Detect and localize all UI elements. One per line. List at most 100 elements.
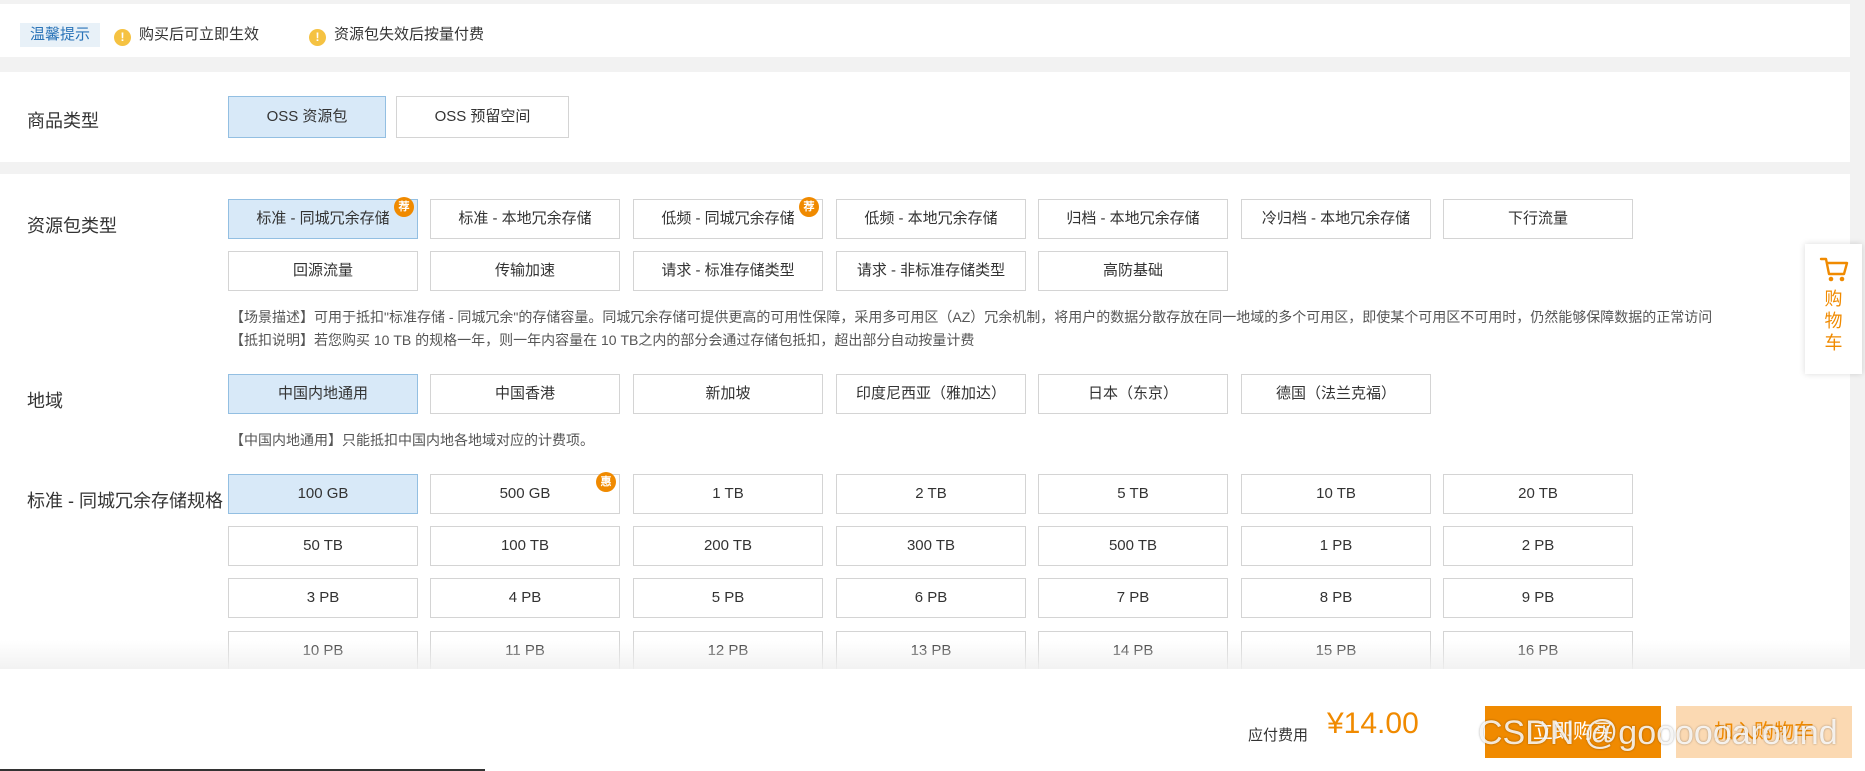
package-type-option[interactable]: 低频 - 同城冗余存储荐 (633, 197, 823, 239)
spec-option[interactable]: 6 PB (836, 578, 1026, 618)
region-option[interactable]: 新加坡 (633, 374, 823, 414)
spec-option[interactable]: 9 PB (1443, 578, 1633, 618)
product-type-option[interactable]: OSS 预留空间 (396, 96, 569, 138)
package-type-option[interactable]: 冷归档 - 本地冗余存储 (1241, 199, 1431, 239)
package-type-option[interactable]: 归档 - 本地冗余存储 (1038, 199, 1228, 239)
spec-option[interactable]: 100 GB (228, 474, 418, 514)
spec-option[interactable]: 15 PB (1241, 631, 1431, 671)
spec-option[interactable]: 14 PB (1038, 631, 1228, 671)
spec-option[interactable]: 11 PB (430, 631, 620, 671)
recommend-badge: 荐 (394, 197, 414, 217)
spec-option[interactable]: 5 PB (633, 578, 823, 618)
spec-option[interactable]: 4 PB (430, 578, 620, 618)
deduction-description: 【抵扣说明】若您购买 10 TB 的规格一年，则一年内容量在 10 TB之内的部… (230, 332, 975, 348)
package-type-option[interactable]: 请求 - 非标准存储类型 (836, 251, 1026, 291)
region-option-label: 日本（东京） (1087, 385, 1178, 402)
product-type-label: 商品类型 (27, 111, 99, 131)
region-option[interactable]: 德国（法兰克福） (1241, 374, 1431, 414)
package-type-option-label: 冷归档 - 本地冗余存储 (1261, 210, 1411, 227)
region-option-label: 新加坡 (705, 385, 751, 402)
region-option[interactable]: 中国香港 (430, 374, 620, 414)
package-type-option-label: 回源流量 (292, 262, 353, 279)
spec-option[interactable]: 1 PB (1241, 526, 1431, 566)
notice-tag: 温馨提示 (20, 23, 101, 47)
package-type-label: 资源包类型 (27, 216, 117, 236)
package-type-option[interactable]: 标准 - 本地冗余存储 (430, 199, 620, 239)
package-type-option-label: 下行流量 (1507, 210, 1568, 227)
package-type-option[interactable]: 高防基础 (1038, 251, 1228, 291)
package-type-option[interactable]: 传输加速 (430, 251, 620, 291)
spec-option-label: 2 TB (915, 485, 947, 502)
scenario-description: 【场景描述】可用于抵扣"标准存储 - 同城冗余"的存储容量。同城冗余存储可提供更… (230, 309, 1713, 325)
spec-option-label: 4 PB (508, 589, 542, 606)
spec-option-label: 200 TB (703, 537, 753, 554)
region-option[interactable]: 印度尼西亚（雅加达） (836, 374, 1026, 414)
add-to-cart-button[interactable]: 加入购物车 (1676, 706, 1852, 758)
spec-option-label: 1 PB (1319, 537, 1353, 554)
config-section: 资源包类型 标准 - 同城冗余存储荐标准 - 本地冗余存储 低频 - 同城冗余存储… (0, 174, 1850, 671)
spec-option-label: 5 PB (711, 589, 745, 606)
package-type-option-label: 标准 - 本地冗余存储 (458, 210, 592, 227)
spec-option-label: 100 GB (297, 485, 349, 502)
spec-option[interactable]: 7 PB (1038, 578, 1228, 618)
spec-option-label: 8 PB (1319, 589, 1353, 606)
notice-bar: 温馨提示 ! 购买后可立即生效 ! 资源包失效后按量付费 (0, 4, 1850, 57)
spec-option[interactable]: 10 TB (1241, 474, 1431, 514)
spec-option[interactable]: 2 PB (1443, 526, 1633, 566)
package-type-option-label: 低频 - 本地冗余存储 (864, 210, 998, 227)
region-option[interactable]: 日本（东京） (1038, 374, 1228, 414)
region-label: 地域 (27, 391, 63, 411)
spec-option-label: 16 PB (1517, 642, 1559, 659)
spec-option[interactable]: 200 TB (633, 526, 823, 566)
spec-option-label: 300 TB (906, 537, 956, 554)
spec-option-label: 20 TB (1518, 485, 1558, 502)
package-type-option[interactable]: 请求 - 标准存储类型 (633, 251, 823, 291)
spec-option[interactable]: 1 TB (633, 474, 823, 514)
spec-option-label: 12 PB (707, 642, 749, 659)
package-type-option[interactable]: 回源流量 (228, 251, 418, 291)
product-type-section: 商品类型 OSS 资源包 OSS 预留空间 (0, 72, 1850, 162)
spec-option[interactable]: 12 PB (633, 631, 823, 671)
spec-option[interactable]: 50 TB (228, 526, 418, 566)
notice-item: ! 资源包失效后按量付费 (309, 23, 484, 47)
spec-option-label: 10 PB (302, 642, 344, 659)
warning-icon: ! (114, 29, 131, 46)
package-type-option[interactable]: 低频 - 本地冗余存储 (836, 199, 1026, 239)
floating-cart-tab[interactable]: 购物车 (1805, 244, 1862, 374)
spec-option[interactable]: 8 PB (1241, 578, 1431, 618)
spec-option[interactable]: 16 PB (1443, 631, 1633, 671)
package-type-option-label: 低频 - 同城冗余存储 (661, 210, 795, 227)
spec-option[interactable]: 300 TB (836, 526, 1026, 566)
spec-label: 标准 - 同城冗余存储规格 (27, 491, 223, 511)
spec-option[interactable]: 500 TB (1038, 526, 1228, 566)
spec-option[interactable]: 13 PB (836, 631, 1026, 671)
spec-option-label: 9 PB (1521, 589, 1555, 606)
spec-option[interactable]: 5 TB (1038, 474, 1228, 514)
spec-option[interactable]: 10 PB (228, 631, 418, 671)
spec-option[interactable]: 20 TB (1443, 474, 1633, 514)
fee-value: ¥14.00 (1327, 707, 1419, 740)
package-type-option-label: 归档 - 本地冗余存储 (1066, 210, 1200, 227)
spec-option-label: 13 PB (910, 642, 952, 659)
spec-option-label: 500 GB (499, 485, 551, 502)
spec-option-label: 15 PB (1315, 642, 1357, 659)
warning-icon: ! (309, 29, 326, 46)
spec-option[interactable]: 2 TB (836, 474, 1026, 514)
spec-option-label: 50 TB (303, 537, 343, 554)
package-type-option[interactable]: 下行流量 (1443, 199, 1633, 239)
region-option[interactable]: 中国内地通用 (228, 374, 418, 414)
package-type-option-label: 请求 - 标准存储类型 (661, 262, 795, 279)
cart-icon (1819, 257, 1848, 282)
spec-option-label: 6 PB (914, 589, 948, 606)
spec-option[interactable]: 3 PB (228, 578, 418, 618)
spec-option[interactable]: 100 TB (430, 526, 620, 566)
package-type-option[interactable]: 标准 - 同城冗余存储荐 (228, 197, 418, 239)
buy-now-button[interactable]: 立即购买 (1485, 706, 1661, 758)
region-option-label: 印度尼西亚（雅加达） (855, 385, 1006, 402)
product-type-option[interactable]: OSS 资源包 (228, 96, 386, 138)
notice-item: ! 购买后可立即生效 (114, 23, 259, 47)
spec-option-label: 14 PB (1112, 642, 1154, 659)
spec-option-label: 5 TB (1117, 485, 1149, 502)
package-type-option-label: 标准 - 同城冗余存储 (256, 210, 390, 227)
spec-option[interactable]: 500 GB 惠 (430, 472, 620, 514)
